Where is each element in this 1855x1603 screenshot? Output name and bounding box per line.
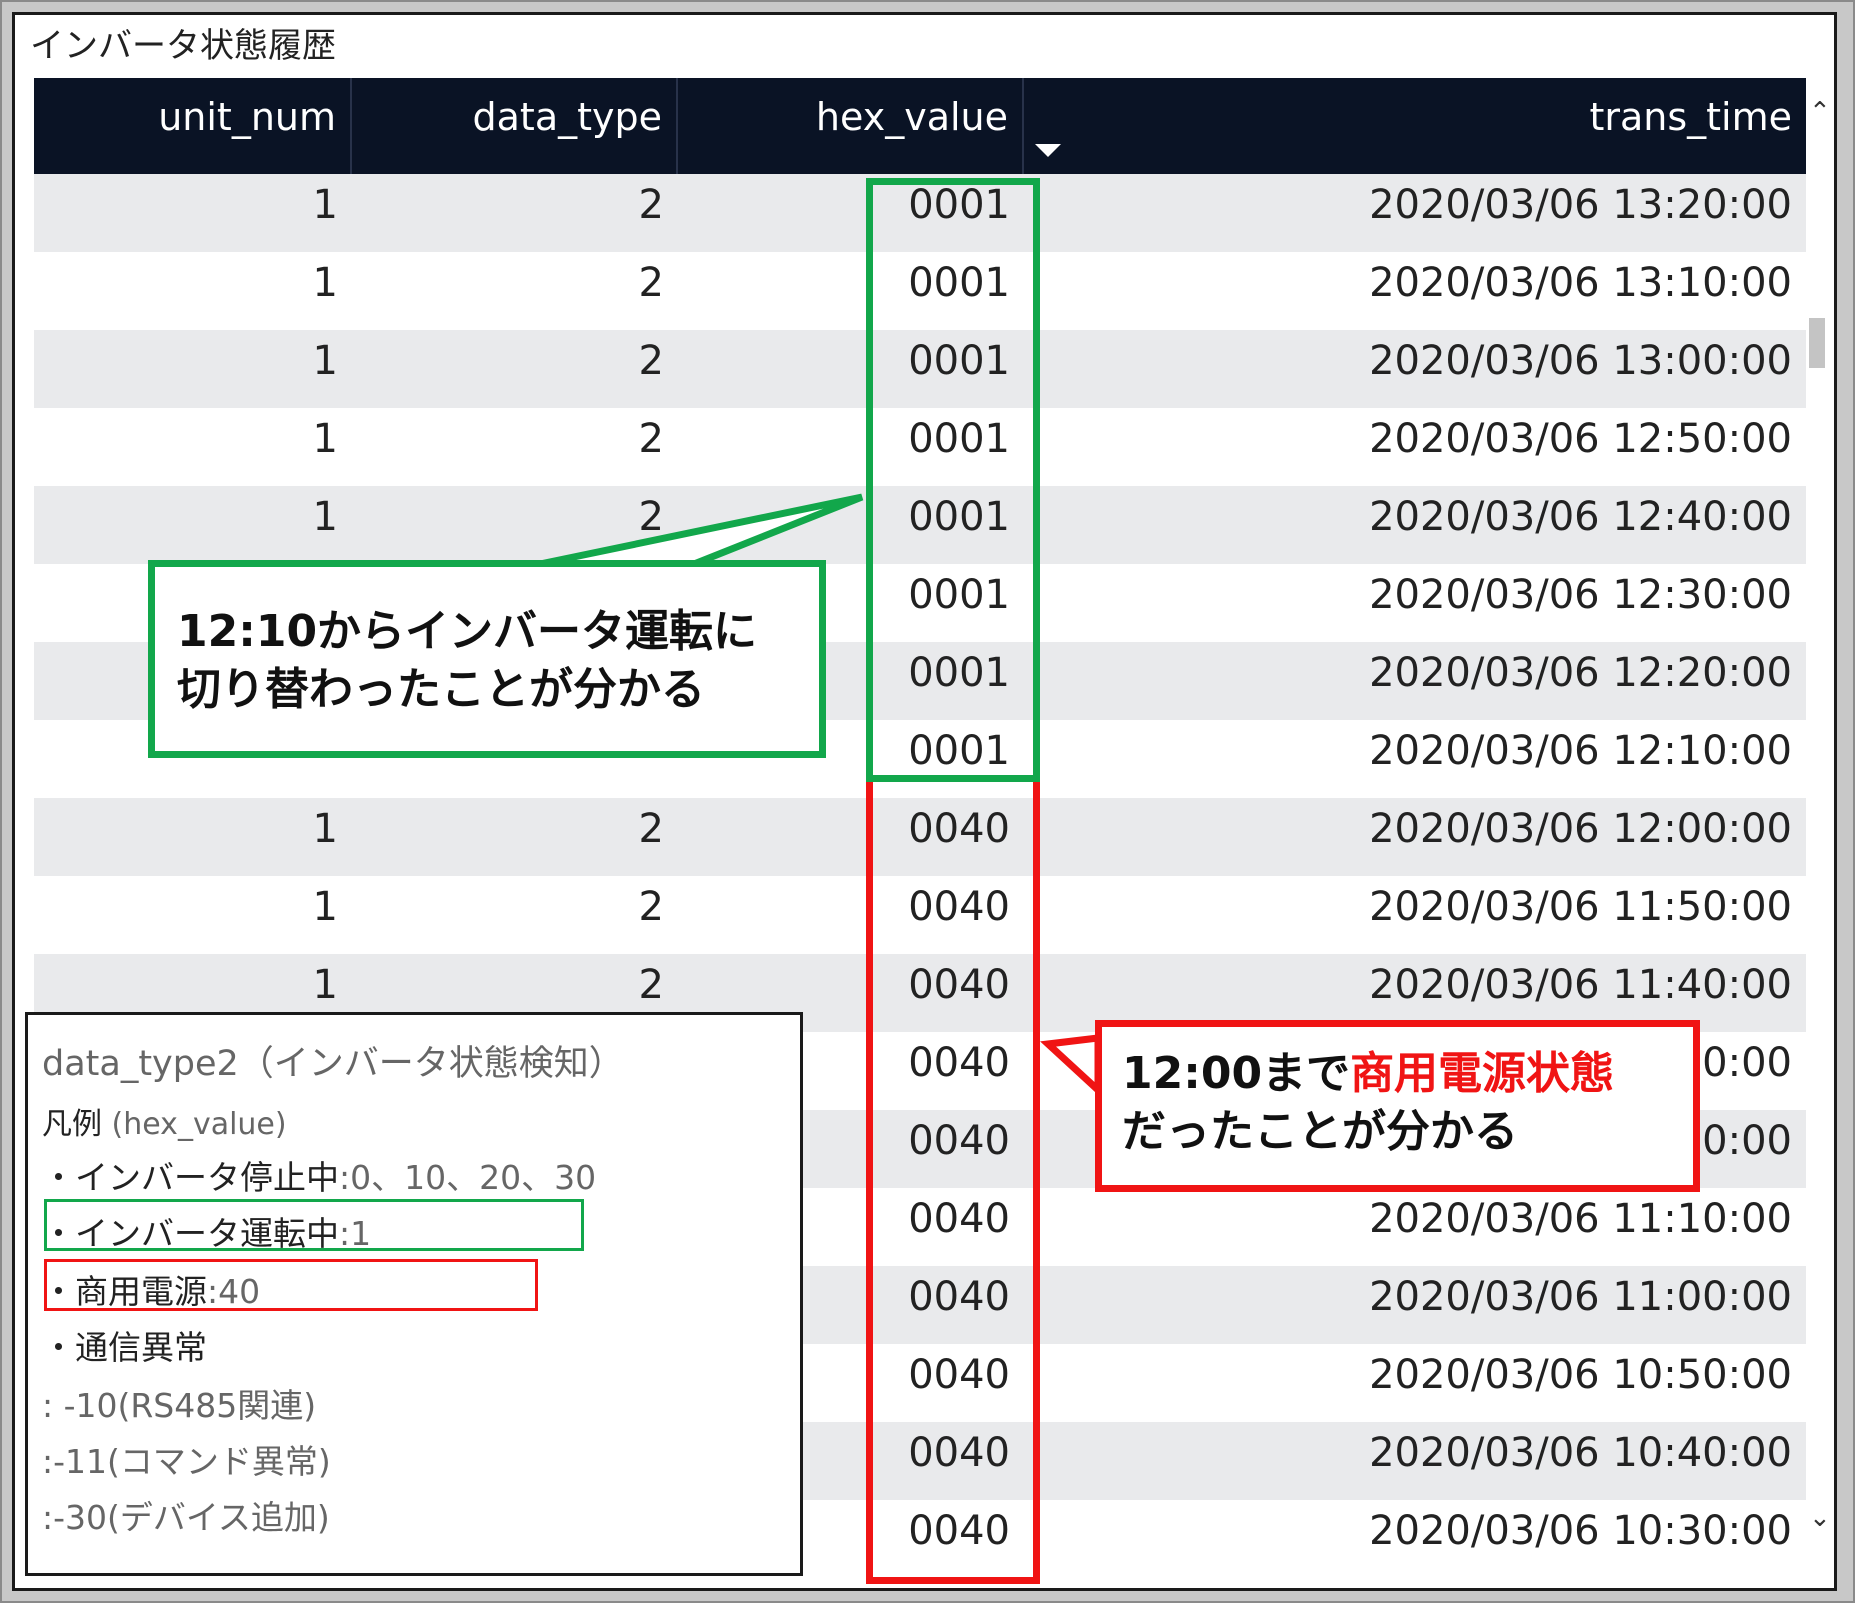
cell-data-type: 2 <box>638 260 664 306</box>
scrollbar-thumb[interactable] <box>1809 318 1825 368</box>
cell-trans-time: 2020/03/06 12:10:00 <box>1369 728 1792 774</box>
cell-trans-time: 2020/03/06 12:40:00 <box>1369 494 1792 540</box>
cell-trans-time: 2020/03/06 10:50:00 <box>1369 1352 1792 1398</box>
legend-subtitle: 凡例 (hex_value) <box>42 1099 287 1143</box>
cell-trans-time: 2020/03/06 12:00:00 <box>1369 806 1792 852</box>
sort-desc-icon[interactable] <box>1035 144 1061 157</box>
legend-title: data_type2（インバータ状態検知） <box>42 1044 624 1084</box>
red-callout-line2: だったことが分かる <box>1122 1106 1518 1157</box>
cell-unit-num: 1 <box>312 806 338 852</box>
column-header-unit-num[interactable]: unit_num <box>34 78 352 174</box>
red-callout: 12:00まで商用電源状態 だったことが分かる <box>1095 1020 1700 1192</box>
cell-trans-time: 2020/03/06 13:10:00 <box>1369 260 1792 306</box>
cell-data-type: 2 <box>638 338 664 384</box>
page-title: インバータ状態履歴 <box>30 26 336 66</box>
legend-item-comm-error: ・通信異常 <box>42 1328 207 1367</box>
cell-trans-time: 2020/03/06 11:10:00 <box>1369 1196 1792 1242</box>
legend-panel: data_type2（インバータ状態検知） 凡例 (hex_value) ・イン… <box>25 1012 803 1576</box>
table-header: unit_num data_type hex_value trans_time <box>34 78 1806 174</box>
cell-trans-time: 2020/03/06 11:50:00 <box>1369 884 1792 930</box>
cell-trans-time: 2020/03/06 12:30:00 <box>1369 572 1792 618</box>
chevron-down-icon[interactable]: ⌄ <box>1809 1505 1831 1531</box>
scrollbar[interactable] <box>1806 78 1830 1578</box>
cell-trans-time: 2020/03/06 11:00:00 <box>1369 1274 1792 1320</box>
chevron-up-icon[interactable]: ⌃ <box>1809 99 1831 125</box>
cell-trans-time: 2020/03/06 12:20:00 <box>1369 650 1792 696</box>
cell-trans-time: 2020/03/06 13:00:00 <box>1369 338 1792 384</box>
hex-highlight-commercial <box>866 782 1040 1584</box>
cell-data-type: 2 <box>638 494 664 540</box>
cell-data-type: 2 <box>638 416 664 462</box>
cell-trans-time: 2020/03/06 10:30:00 <box>1369 1508 1792 1554</box>
cell-trans-time: 2020/03/06 13:20:00 <box>1369 182 1792 228</box>
red-callout-line1: 12:00まで <box>1122 1048 1351 1099</box>
cell-trans-time: 2020/03/06 10:40:00 <box>1369 1430 1792 1476</box>
legend-item-stopped: ・インバータ停止中:0、10、20、30 <box>42 1158 597 1197</box>
cell-unit-num: 1 <box>312 260 338 306</box>
green-callout: 12:10からインバータ運転に 切り替わったことが分かる <box>148 560 826 758</box>
cell-unit-num: 1 <box>312 884 338 930</box>
green-callout-line2: 切り替わったことが分かる <box>177 664 705 715</box>
red-callout-highlight: 商用電源状態 <box>1350 1048 1615 1099</box>
cell-unit-num: 1 <box>312 182 338 228</box>
column-header-data-type[interactable]: data_type <box>352 78 678 174</box>
legend-subtitle-note: (hex_value) <box>102 1107 287 1142</box>
legend-item-commercial: ・商用電源:40 <box>42 1272 261 1311</box>
cell-unit-num: 1 <box>312 416 338 462</box>
cell-data-type: 2 <box>638 884 664 930</box>
legend-item-running: ・インバータ運転中:1 <box>42 1214 372 1253</box>
legend-sub-item: : -10(RS485関連) <box>42 1386 317 1425</box>
cell-unit-num: 1 <box>312 494 338 540</box>
hex-highlight-inverter <box>866 178 1040 782</box>
cell-trans-time: 2020/03/06 12:50:00 <box>1369 416 1792 462</box>
green-callout-line1: 12:10からインバータ運転に <box>177 606 758 657</box>
legend-subtitle-label: 凡例 <box>42 1107 102 1142</box>
cell-unit-num: 1 <box>312 338 338 384</box>
cell-data-type: 2 <box>638 806 664 852</box>
legend-sub-item: :-11(コマンド異常) <box>42 1442 331 1481</box>
legend-sub-item: :-30(デバイス追加) <box>42 1498 330 1537</box>
column-header-trans-time[interactable]: trans_time <box>1024 78 1806 174</box>
column-header-hex-value[interactable]: hex_value <box>678 78 1024 174</box>
cell-data-type: 2 <box>638 182 664 228</box>
